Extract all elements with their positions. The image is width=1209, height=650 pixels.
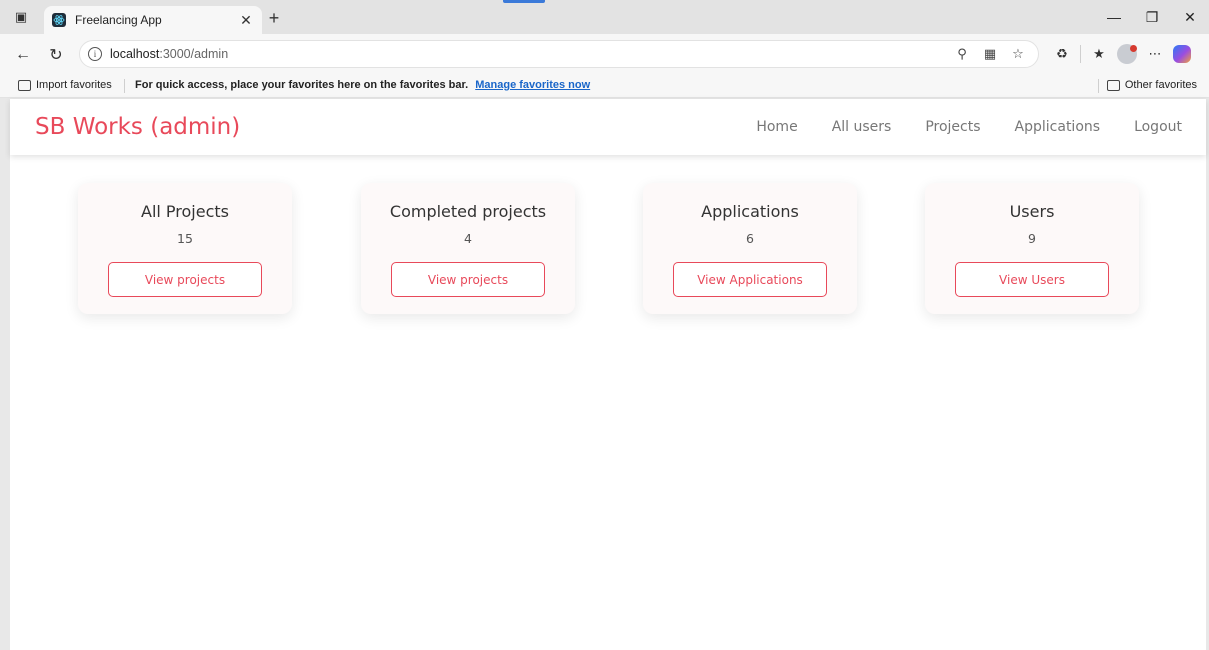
card-applications: Applications 6 View Applications	[643, 183, 857, 314]
address-bar[interactable]: i localhost:3000/admin ⚲ ▦ ☆	[79, 40, 1039, 68]
copilot-icon[interactable]	[1173, 45, 1191, 63]
favorites-hint: For quick access, place your favorites h…	[135, 79, 590, 91]
url-host: localhost	[110, 47, 160, 61]
url-path: :3000/admin	[159, 47, 229, 61]
tab-indicator	[503, 0, 545, 3]
window-controls: — ❐ ✕	[1095, 0, 1209, 34]
card-title: Applications	[701, 202, 799, 221]
profile-avatar-icon[interactable]	[1117, 44, 1137, 64]
more-options-icon[interactable]: ⋯	[1143, 42, 1167, 66]
app-navbar: SB Works (admin) Home All users Projects…	[10, 99, 1206, 155]
card-count: 4	[464, 231, 472, 246]
card-count: 15	[177, 231, 193, 246]
view-projects-button[interactable]: View projects	[108, 262, 262, 297]
favorite-star-icon[interactable]: ☆	[1008, 44, 1028, 64]
extensions-icon[interactable]: ♻	[1050, 42, 1074, 66]
favorites-hint-text: For quick access, place your favorites h…	[135, 79, 469, 91]
nav-applications[interactable]: Applications	[1015, 119, 1101, 135]
refresh-icon[interactable]: ↻	[45, 44, 67, 66]
key-icon[interactable]: ⚲	[952, 44, 972, 64]
view-completed-projects-button[interactable]: View projects	[391, 262, 545, 297]
browser-tab[interactable]: Freelancing App ✕	[44, 6, 262, 34]
nav-home[interactable]: Home	[756, 119, 797, 135]
favorites-bar: Import favorites For quick access, place…	[0, 74, 1209, 98]
toolbar-divider	[1080, 45, 1081, 63]
tab-title: Freelancing App	[75, 13, 162, 27]
card-count: 6	[746, 231, 754, 246]
card-title: All Projects	[141, 202, 229, 221]
back-arrow-icon[interactable]: ←	[12, 44, 34, 66]
import-icon	[18, 79, 31, 91]
nav-projects[interactable]: Projects	[925, 119, 980, 135]
card-all-projects: All Projects 15 View projects	[78, 183, 292, 314]
view-users-button[interactable]: View Users	[955, 262, 1109, 297]
brand-title[interactable]: SB Works (admin)	[35, 114, 240, 140]
restore-icon[interactable]: ❐	[1133, 0, 1171, 34]
react-favicon-icon	[52, 13, 66, 27]
new-tab-button[interactable]: +	[264, 8, 284, 28]
nav-links: Home All users Projects Applications Log…	[756, 119, 1182, 135]
tab-actions-icon[interactable]: ▣	[10, 6, 32, 28]
site-info-icon[interactable]: i	[88, 47, 102, 61]
favbar-divider-right	[1098, 79, 1099, 93]
card-users: Users 9 View Users	[925, 183, 1139, 314]
manage-favorites-link[interactable]: Manage favorites now	[475, 79, 590, 91]
card-count: 9	[1028, 231, 1036, 246]
other-favorites[interactable]: Other favorites	[1106, 79, 1197, 91]
card-title: Users	[1009, 202, 1055, 221]
card-title: Completed projects	[389, 202, 547, 221]
favorites-list-icon[interactable]: ★	[1087, 42, 1111, 66]
browser-tabstrip: ▣ Freelancing App ✕ + — ❐ ✕	[0, 0, 1209, 34]
minimize-icon[interactable]: —	[1095, 0, 1133, 34]
folder-icon	[1106, 79, 1120, 91]
view-applications-button[interactable]: View Applications	[673, 262, 827, 297]
card-completed-projects: Completed projects 4 View projects	[361, 183, 575, 314]
import-favorites-label: Import favorites	[36, 79, 112, 91]
nav-all-users[interactable]: All users	[832, 119, 892, 135]
import-favorites[interactable]: Import favorites	[18, 79, 112, 91]
favbar-divider	[124, 79, 125, 93]
page-viewport: SB Works (admin) Home All users Projects…	[10, 99, 1206, 650]
immersive-reader-icon[interactable]: ▦	[980, 44, 1000, 64]
other-favorites-label: Other favorites	[1124, 79, 1197, 91]
nav-logout[interactable]: Logout	[1134, 119, 1182, 135]
close-window-icon[interactable]: ✕	[1171, 0, 1209, 34]
address-row: ← ↻ i localhost:3000/admin ⚲ ▦ ☆ ♻ ★ ⋯	[0, 34, 1209, 74]
close-tab-icon[interactable]: ✕	[238, 12, 254, 28]
